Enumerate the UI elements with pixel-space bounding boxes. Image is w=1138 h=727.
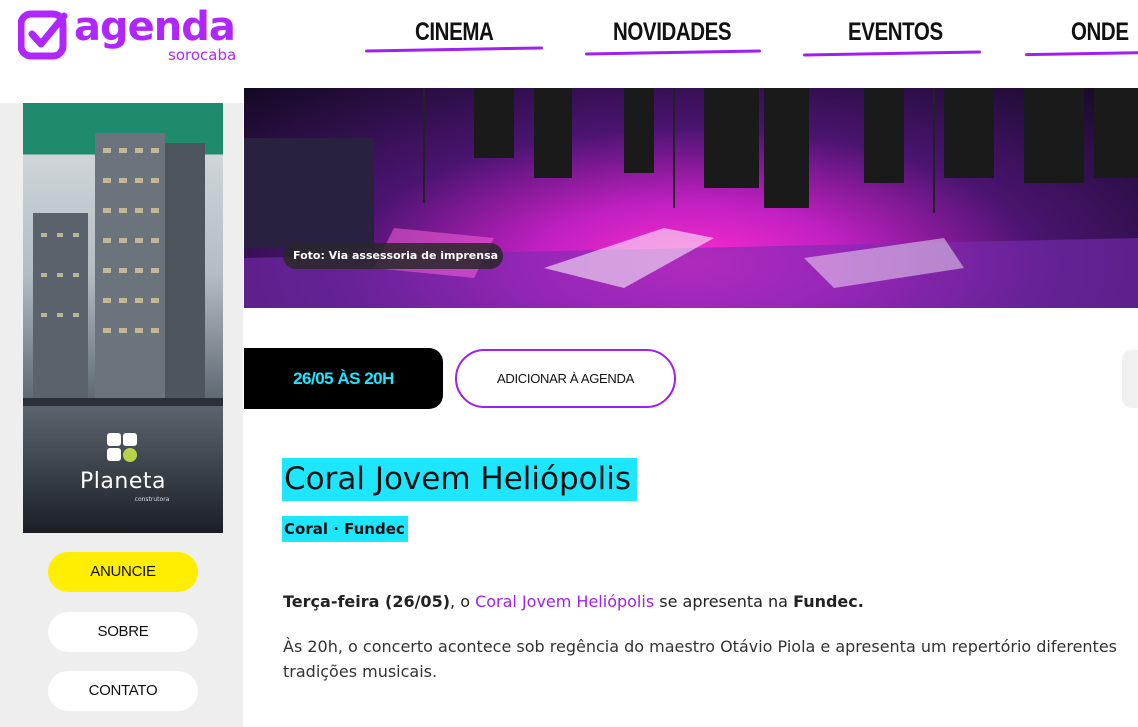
event-venue: Fundec. bbox=[793, 592, 864, 611]
event-description-intro: Terça-feira (26/05), o Coral Jovem Helió… bbox=[283, 592, 864, 611]
nav-item-eventos[interactable]: EVENTOS bbox=[848, 18, 943, 47]
nav-item-novidades[interactable]: NOVIDADES bbox=[613, 18, 732, 47]
logo-text: agenda bbox=[74, 4, 236, 50]
event-category: Coral · Fundec bbox=[282, 516, 408, 542]
share-button[interactable] bbox=[1122, 350, 1138, 408]
nav-item-cinema[interactable]: CINEMA bbox=[415, 18, 494, 47]
sobre-button[interactable]: SOBRE bbox=[48, 612, 198, 652]
nav-underline bbox=[1024, 50, 1138, 57]
event-title: Coral Jovem Heliópolis bbox=[282, 458, 637, 501]
nav-item-onde[interactable]: ONDE bbox=[1071, 18, 1129, 47]
event-name-link[interactable]: Coral Jovem Heliópolis bbox=[475, 592, 654, 611]
checkbox-logo-icon bbox=[18, 10, 68, 60]
add-to-agenda-button[interactable]: ADICIONAR À AGENDA bbox=[455, 349, 676, 408]
ad-brand-tagline: construtora bbox=[134, 496, 170, 503]
nav-underline bbox=[364, 46, 544, 53]
text-segment: se apresenta na bbox=[654, 592, 794, 611]
photo-caption: Foto: Via assessoria de imprensa bbox=[283, 243, 503, 269]
sidebar-ad-banner[interactable]: Planeta construtora bbox=[23, 103, 223, 533]
planeta-logo-icon bbox=[107, 433, 137, 462]
event-date-badge: 26/05 ÀS 20H bbox=[244, 348, 443, 409]
nav-underline bbox=[584, 49, 762, 56]
event-hero-photo bbox=[244, 88, 1138, 308]
site-logo[interactable]: agenda sorocaba bbox=[18, 4, 236, 68]
choir-stage-illustration bbox=[244, 88, 1138, 308]
event-weekday: Terça-feira (26/05) bbox=[283, 592, 451, 611]
ad-brand-name: Planeta bbox=[80, 469, 166, 494]
anuncie-button[interactable]: ANUNCIE bbox=[48, 552, 198, 592]
contato-button[interactable]: CONTATO bbox=[48, 671, 198, 711]
text-segment: , o bbox=[450, 592, 476, 611]
nav-underline bbox=[802, 50, 982, 57]
main-nav: CINEMA NOVIDADES EVENTOS ONDE bbox=[360, 0, 1138, 70]
logo-subtext: sorocaba bbox=[168, 46, 237, 64]
event-description-body: Às 20h, o concerto acontece sob regência… bbox=[283, 637, 1118, 681]
